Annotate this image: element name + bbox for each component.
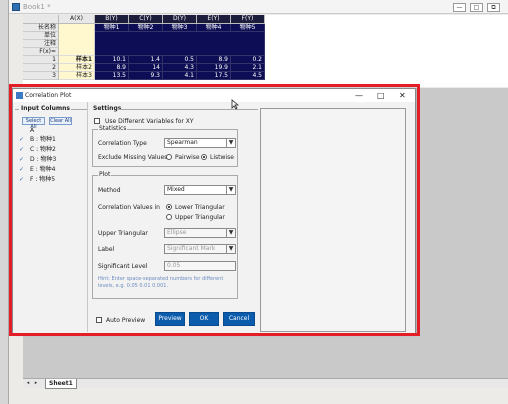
cell-f1[interactable]: 0.2: [231, 56, 265, 64]
cell-a3[interactable]: 样本3: [59, 72, 95, 80]
row-label-longname[interactable]: 长名称: [23, 24, 59, 32]
header-rows-selected[interactable]: [95, 32, 265, 56]
sheet-tab-bar: ◂ ▸ Sheet1: [23, 378, 508, 389]
workbook-title: Book1 *: [23, 3, 51, 11]
longname-e[interactable]: 物种4: [197, 24, 231, 32]
cell-d3[interactable]: 4.1: [163, 72, 197, 80]
col-header-b[interactable]: B(Y): [95, 15, 129, 24]
row-label-1[interactable]: 1: [23, 56, 59, 64]
restore-icon[interactable]: ⧉: [487, 3, 500, 12]
cell-c2[interactable]: 14: [129, 64, 163, 72]
longname-c[interactable]: 物种2: [129, 24, 163, 32]
cell-c3[interactable]: 9.3: [129, 72, 163, 80]
cell-e2[interactable]: 19.9: [197, 64, 231, 72]
row-label-3[interactable]: 3: [23, 72, 59, 80]
row-label-2[interactable]: 2: [23, 64, 59, 72]
highlight-box: [9, 84, 420, 336]
col-a-header-cells[interactable]: [59, 24, 95, 56]
worksheet-grid[interactable]: A(X) B(Y) C(Y) D(Y) E(Y) F(Y) 长名称 单位 注释 …: [23, 15, 508, 87]
tab-sheet1[interactable]: Sheet1: [45, 379, 77, 389]
cell-d1[interactable]: 0.5: [163, 56, 197, 64]
tab-next-icon[interactable]: ▸: [33, 380, 39, 387]
tab-prev-icon[interactable]: ◂: [25, 380, 31, 387]
col-header-e[interactable]: E(Y): [197, 15, 231, 24]
cell-b2[interactable]: 8.9: [95, 64, 129, 72]
cell-c1[interactable]: 1.4: [129, 56, 163, 64]
cell-e3[interactable]: 17.5: [197, 72, 231, 80]
longname-d[interactable]: 物种3: [163, 24, 197, 32]
cell-b3[interactable]: 13.5: [95, 72, 129, 80]
cell-a1[interactable]: 样本1: [59, 56, 95, 64]
cell-b1[interactable]: 10.1: [95, 56, 129, 64]
cell-f2[interactable]: 2.1: [231, 64, 265, 72]
workbook-icon: [12, 3, 20, 11]
row-label-comments[interactable]: 注释: [23, 40, 59, 48]
maximize-icon[interactable]: □: [470, 3, 483, 12]
longname-b[interactable]: 物种1: [95, 24, 129, 32]
minimize-icon[interactable]: —: [453, 3, 466, 12]
row-label-units[interactable]: 单位: [23, 32, 59, 40]
col-header-d[interactable]: D(Y): [163, 15, 197, 24]
col-header-c[interactable]: C(Y): [129, 15, 163, 24]
cell-a2[interactable]: 样本2: [59, 64, 95, 72]
empty-sheet-area: [265, 15, 508, 87]
workbook-titlebar: Book1 * — □ ⧉: [9, 0, 508, 14]
cell-e1[interactable]: 8.9: [197, 56, 231, 64]
cell-f3[interactable]: 4.5: [231, 72, 265, 80]
col-header-f[interactable]: F(Y): [231, 15, 265, 24]
row-label-fx[interactable]: F(x)=: [23, 48, 59, 56]
cell-d2[interactable]: 4.3: [163, 64, 197, 72]
longname-f[interactable]: 物种5: [231, 24, 265, 32]
col-header-a[interactable]: A(X): [59, 15, 95, 24]
corner-cell[interactable]: [23, 15, 59, 24]
